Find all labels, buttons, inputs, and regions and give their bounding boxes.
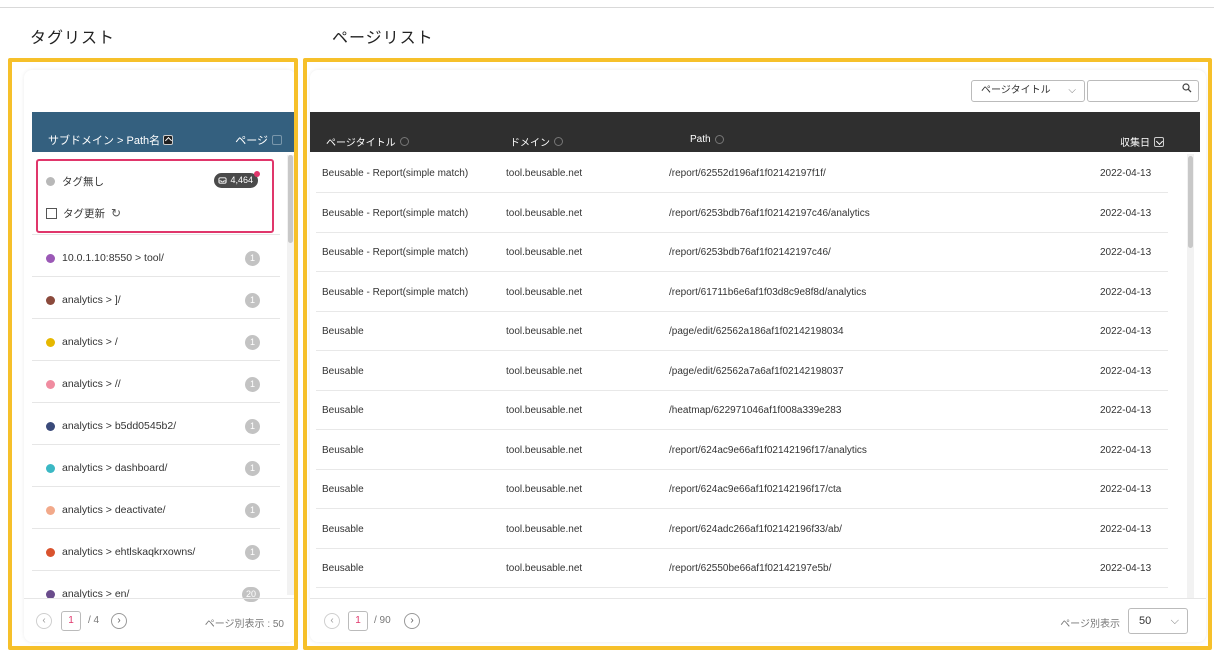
top-divider <box>0 7 1214 8</box>
page-list-title: ページリスト <box>332 30 434 47</box>
tag-list-highlight <box>8 58 298 650</box>
tag-list-title: タグリスト <box>30 30 116 47</box>
page-list-highlight <box>303 58 1212 650</box>
